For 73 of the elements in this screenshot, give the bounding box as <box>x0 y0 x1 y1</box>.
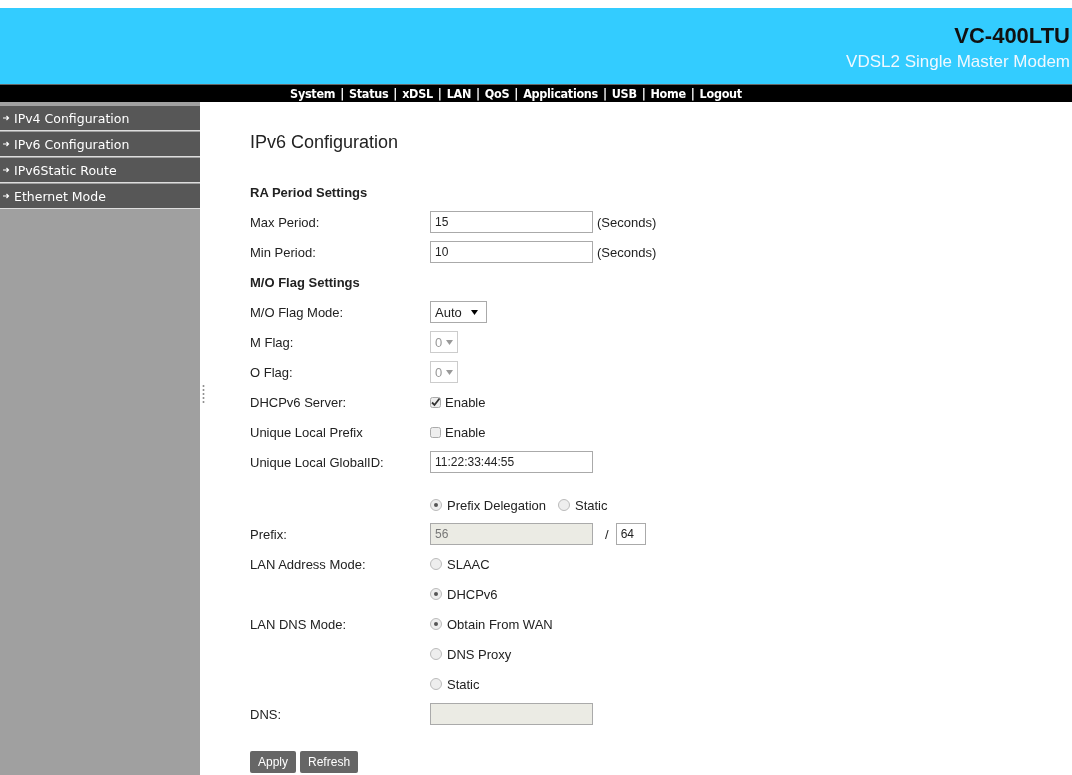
action-button[interactable]: Apply <box>250 751 297 773</box>
field-label: LAN Address Mode: <box>250 556 367 572</box>
drag-handle-icon[interactable] <box>202 384 205 406</box>
radio-button[interactable] <box>430 588 442 600</box>
sidebar-item[interactable]: Ethernet Mode <box>0 184 200 209</box>
product-subtitle: VDSL2 Single Master Modem <box>846 52 1070 72</box>
sidebar-item[interactable]: IPv4 Configuration <box>0 106 200 131</box>
caret-icon <box>446 339 454 345</box>
action-button[interactable]: Refresh <box>300 751 359 773</box>
arrow-icon <box>3 167 10 173</box>
nav-link[interactable]: Home <box>650 86 686 101</box>
nav-separator: | <box>602 86 607 101</box>
radio-label: DNS Proxy <box>447 646 512 662</box>
field-label: M/O Flag Mode: <box>250 304 345 320</box>
nav-link[interactable]: QoS <box>484 86 510 101</box>
radio-label: DHCPv6 <box>447 586 498 602</box>
unit-label: (Seconds) <box>597 214 657 230</box>
radio-label: Prefix Delegation <box>447 497 546 513</box>
radio-label: Static <box>447 676 480 692</box>
model-name: VC-400LTU <box>954 23 1070 49</box>
nav-separator: | <box>393 86 398 101</box>
sidebar-item[interactable]: IPv6 Configuration <box>0 132 200 157</box>
section-heading: RA Period Settings <box>250 184 368 200</box>
nav-separator: | <box>340 86 344 101</box>
field-label: M Flag: <box>250 334 295 350</box>
radio-button[interactable] <box>558 499 570 511</box>
field-label: Max Period: <box>250 214 321 230</box>
nav-separator: | <box>437 86 442 101</box>
field-label: LAN DNS Mode: <box>250 616 348 632</box>
radio-button[interactable] <box>430 558 442 570</box>
caret-icon <box>446 369 454 375</box>
radio-button[interactable] <box>430 499 442 511</box>
arrow-icon <box>3 193 10 199</box>
nav-separator: | <box>476 86 480 101</box>
field-label: Prefix: <box>250 526 288 542</box>
arrow-icon <box>3 141 10 147</box>
radio-label: Static <box>575 497 608 513</box>
radio-button[interactable] <box>430 618 442 630</box>
nav-separator: | <box>641 86 646 101</box>
checkbox-label: Enable <box>445 394 486 410</box>
nav-link[interactable]: Logout <box>699 86 742 101</box>
radio-label: SLAAC <box>447 556 490 572</box>
page-title: IPv6 Configuration <box>250 132 400 153</box>
nav-separator: | <box>690 86 695 101</box>
radio-button[interactable] <box>430 648 442 660</box>
field-label: DNS: <box>250 706 283 722</box>
nav-link[interactable]: System <box>290 86 336 101</box>
radio-button[interactable] <box>430 678 442 690</box>
text-field[interactable]: 10 <box>430 241 593 263</box>
text-field[interactable]: 15 <box>430 211 593 233</box>
field-label: DHCPv6 Server: <box>250 394 348 410</box>
unit-label: (Seconds) <box>597 244 657 260</box>
field-label: Unique Local Prefix <box>250 424 364 440</box>
arrow-icon <box>3 115 10 121</box>
checkbox[interactable] <box>430 396 441 408</box>
dropdown[interactable]: Auto <box>430 301 487 323</box>
nav-link[interactable]: Applications <box>523 86 598 101</box>
nav-link[interactable]: Status <box>349 86 389 101</box>
radio-label: Obtain From WAN <box>447 616 553 632</box>
slash-separator: / <box>605 526 609 542</box>
field-label: O Flag: <box>250 364 294 380</box>
section-heading: M/O Flag Settings <box>250 274 360 290</box>
sidebar-item[interactable]: IPv6Static Route <box>0 158 200 183</box>
checkbox-label: Enable <box>445 424 486 440</box>
nav-link[interactable]: USB <box>611 86 637 101</box>
field-label: Unique Local GlobalID: <box>250 454 385 470</box>
checkbox[interactable] <box>430 426 441 438</box>
text-field[interactable]: 11:22:33:44:55 <box>430 451 593 473</box>
field-label: Min Period: <box>250 244 317 260</box>
nav-link[interactable]: LAN <box>446 86 471 101</box>
caret-icon <box>470 309 478 315</box>
nav-separator: | <box>514 86 519 101</box>
nav-link[interactable]: xDSL <box>402 86 433 101</box>
